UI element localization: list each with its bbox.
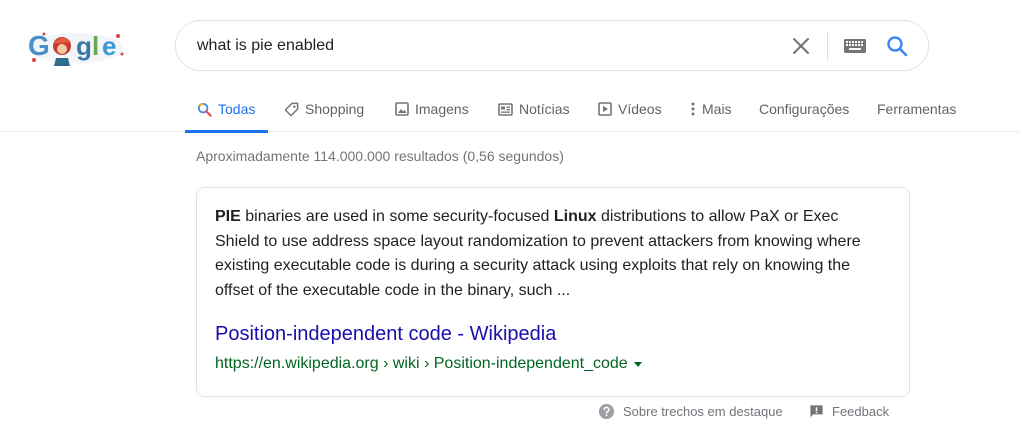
tab-tools[interactable]: Ferramentas — [877, 86, 956, 132]
search-button[interactable] — [883, 32, 911, 60]
snippet-text-segment: binaries are used in some security-focus… — [240, 208, 554, 225]
tab-label: Shopping — [305, 101, 365, 117]
about-label: Sobre trechos em destaque — [623, 403, 783, 419]
about-featured-snippets[interactable]: Sobre trechos em destaque — [598, 401, 783, 421]
tab-label: Notícias — [519, 101, 570, 117]
featured-snippet: PIE binaries are used in some security-f… — [196, 187, 910, 397]
tab-all[interactable]: Todas — [184, 86, 269, 133]
search-tabs: Todas Shopping Imagens Notícias Vídeos M… — [0, 86, 1020, 133]
tab-images[interactable]: Imagens — [395, 86, 469, 132]
virtual-keyboard-button[interactable] — [840, 33, 870, 59]
tab-news[interactable]: Notícias — [498, 86, 570, 132]
more-vert-icon — [691, 102, 695, 116]
search-icon — [887, 36, 908, 57]
tab-videos[interactable]: Vídeos — [598, 86, 662, 132]
tab-label: Ferramentas — [877, 101, 957, 117]
result-url-text: https://en.wikipedia.org › wiki › Positi… — [215, 355, 628, 372]
tab-label: Todas — [218, 101, 256, 117]
tab-more[interactable]: Mais — [690, 86, 732, 132]
caret-down-icon[interactable] — [633, 361, 642, 367]
tab-label: Configurações — [759, 101, 850, 117]
news-icon — [498, 102, 513, 116]
play-icon — [598, 102, 612, 116]
search-icon — [197, 102, 212, 117]
tab-settings[interactable]: Configurações — [759, 86, 849, 132]
snippet-text-bold: PIE — [215, 208, 241, 225]
tab-label: Mais — [702, 101, 732, 117]
tag-icon — [284, 102, 299, 116]
clear-search-button[interactable] — [788, 33, 814, 59]
svg-text:l: l — [92, 31, 99, 61]
tab-label: Vídeos — [618, 101, 662, 117]
search-box — [175, 20, 929, 71]
close-icon — [793, 38, 809, 54]
result-stats: Aproximadamente 114.000.000 resultados (… — [196, 148, 564, 164]
search-input[interactable] — [197, 21, 757, 70]
snippet-text-bold: Linux — [553, 208, 597, 225]
image-icon — [395, 102, 409, 116]
keyboard-icon — [844, 39, 866, 53]
tab-shopping[interactable]: Shopping — [284, 86, 364, 132]
tab-label: Imagens — [415, 101, 469, 117]
google-doodle-logo[interactable]: G g l e — [26, 24, 128, 66]
feedback-button[interactable]: Feedback — [809, 401, 889, 421]
feedback-label: Feedback — [832, 403, 890, 419]
result-url[interactable]: https://en.wikipedia.org › wiki › Positi… — [215, 355, 642, 373]
snippet-text: PIE binaries are used in some security-f… — [215, 205, 885, 303]
search-divider — [827, 31, 828, 60]
search-results-page: G g l e what is pie enabled Todas Shoppi… — [0, 0, 1020, 442]
svg-text:e: e — [102, 31, 116, 61]
help-icon — [598, 403, 615, 419]
svg-text:g: g — [76, 31, 92, 61]
feedback-icon — [810, 404, 823, 417]
svg-text:G: G — [28, 30, 50, 61]
result-title-link[interactable]: Position-independent code - Wikipedia — [215, 323, 556, 346]
